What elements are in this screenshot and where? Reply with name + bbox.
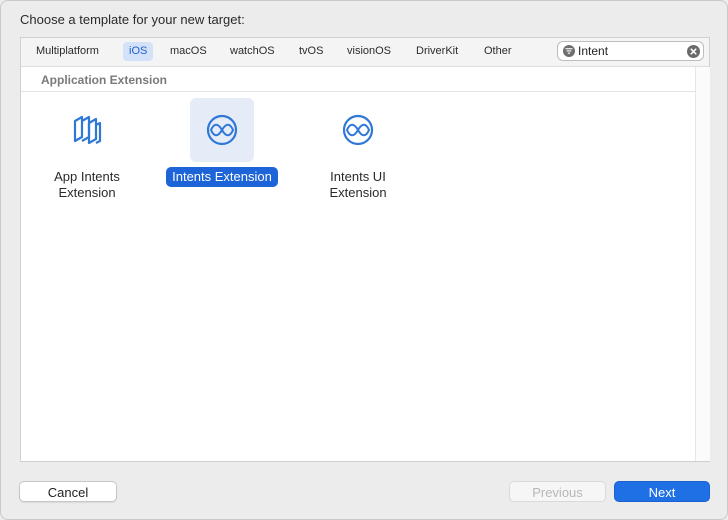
- platform-tabbar: Multiplatform iOS macOS watchOS tvOS vis…: [21, 38, 709, 67]
- filter-icon[interactable]: [563, 45, 575, 57]
- tab-macos[interactable]: macOS: [164, 42, 213, 61]
- scrollbar-track[interactable]: [695, 67, 710, 461]
- tab-ios[interactable]: iOS: [123, 42, 154, 61]
- section-header: Application Extension: [21, 67, 695, 92]
- new-target-sheet: Choose a template for your new target: M…: [0, 0, 728, 520]
- template-search-field[interactable]: [557, 41, 704, 61]
- template-label: Intents UI Extension: [329, 169, 387, 200]
- cancel-button[interactable]: Cancel: [19, 481, 117, 502]
- tab-tvos[interactable]: tvOS: [293, 42, 329, 61]
- search-input[interactable]: [578, 43, 683, 59]
- intents-icon: [206, 114, 238, 146]
- tab-visionos[interactable]: visionOS: [341, 42, 397, 61]
- tab-watchos[interactable]: watchOS: [224, 42, 281, 61]
- sheet-heading: Choose a template for your new target:: [20, 12, 245, 27]
- app-intents-icon: [73, 115, 102, 145]
- template-label: Intents Extension: [166, 167, 278, 187]
- template-item-intents-ui[interactable]: Intents UI Extension: [293, 98, 423, 203]
- template-panel: Multiplatform iOS macOS watchOS tvOS vis…: [20, 37, 710, 462]
- tab-other[interactable]: Other: [478, 42, 518, 61]
- template-item-intents[interactable]: Intents Extension: [157, 98, 287, 187]
- template-item-app-intents[interactable]: App Intents Extension: [22, 98, 152, 203]
- previous-button[interactable]: Previous: [509, 481, 606, 502]
- tab-multiplatform[interactable]: Multiplatform: [30, 42, 105, 61]
- section-title: Application Extension: [41, 73, 168, 87]
- next-button[interactable]: Next: [614, 481, 710, 502]
- clear-icon[interactable]: [687, 45, 700, 58]
- tab-driverkit[interactable]: DriverKit: [410, 42, 464, 61]
- intents-ui-icon: [342, 114, 374, 146]
- template-label: App Intents Extension: [54, 169, 120, 200]
